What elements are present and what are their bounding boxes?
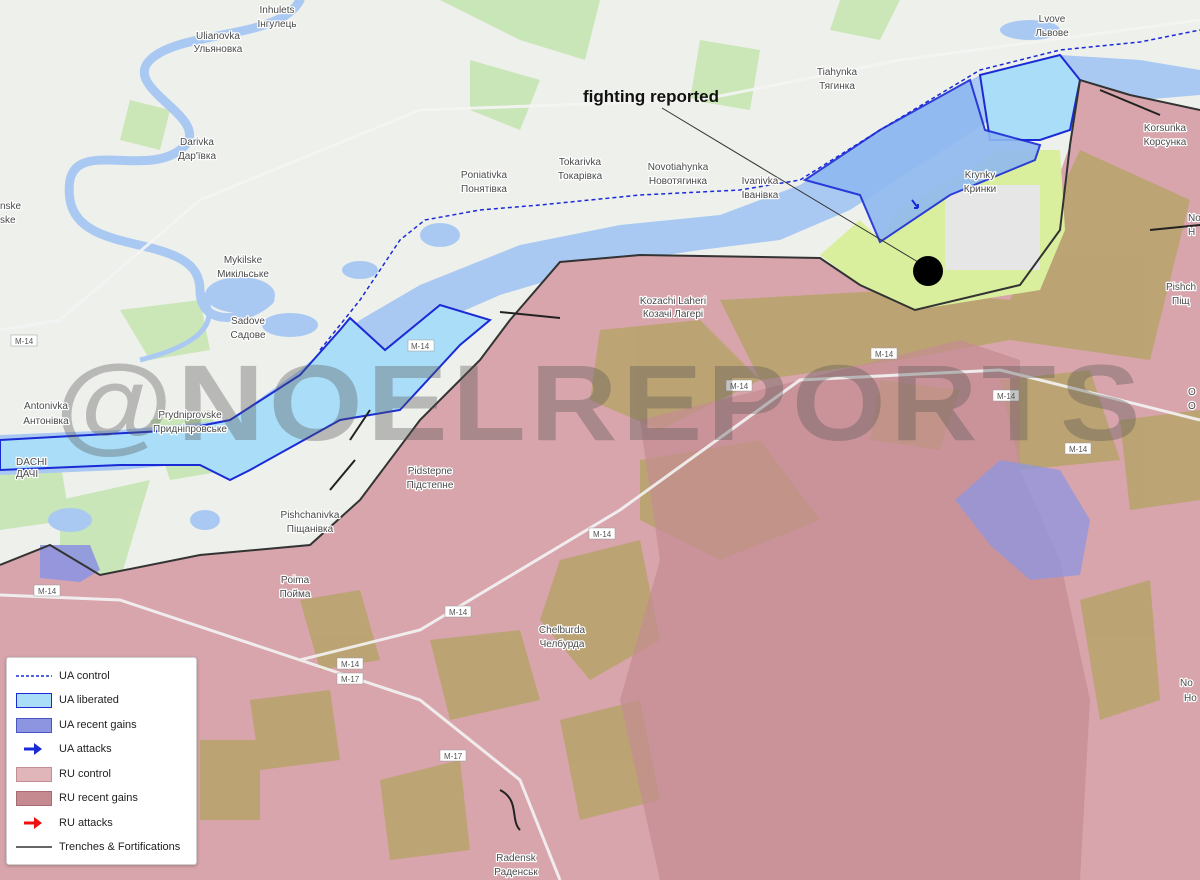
- road-label-m17: M-17: [341, 675, 360, 684]
- swatch-icon: [16, 766, 52, 782]
- place-tiahynka-cyrillic: Тягинка: [819, 81, 855, 92]
- place-tokarivka-cyrillic: Токарівка: [558, 171, 603, 182]
- legend-label: RU control: [59, 768, 111, 780]
- place-korsunka-cyrillic: Корсунка: [1144, 137, 1187, 148]
- place-darivka-latin: Darivka: [180, 137, 214, 148]
- edge-label: No: [1188, 213, 1200, 224]
- edge-label: Піщ: [1172, 296, 1190, 307]
- place-antonivka-cyrillic: Антонівка: [23, 416, 69, 427]
- legend-label: RU recent gains: [59, 792, 138, 804]
- edge-label: Но: [1184, 693, 1197, 704]
- place-mykilske-cyrillic: Микільське: [217, 269, 269, 280]
- place-ulianovka-cyrillic: Ульяновка: [194, 44, 243, 55]
- place-chelburda-cyrillic: Челбурда: [540, 638, 585, 650]
- swatch-icon: [16, 692, 52, 708]
- place-tokarivka-latin: Tokarivka: [559, 157, 602, 168]
- place-lvove-cyrillic: Львове: [1035, 28, 1069, 39]
- road-label-m14: M-14: [449, 608, 468, 617]
- edge-label: ДАЧІ: [16, 469, 38, 480]
- place-ivanivka-cyrillic: Іванівка: [742, 190, 779, 201]
- road-label-m14: M-14: [38, 587, 57, 596]
- place-sadove-cyrillic: Садове: [230, 330, 265, 341]
- place-ulianovka-latin: Ulianovka: [196, 31, 240, 42]
- place-inhulets-cyrillic: Інгулець: [257, 19, 296, 30]
- place-chelburda-latin: Chelburda: [539, 625, 586, 636]
- line-icon: [15, 839, 53, 855]
- place-ivanivka-latin: Ivanivka: [742, 176, 779, 187]
- legend-item-trenches: Trenches & Fortifications: [15, 838, 180, 856]
- place-pidstepne-latin: Pidstepne: [408, 466, 453, 477]
- legend-item-ua-liberated: UA liberated: [15, 691, 119, 709]
- arrow-right-icon: [15, 815, 53, 831]
- place-pishchanivka-latin: Pishchanivka: [281, 510, 340, 521]
- place-krynky-latin: Krynky: [965, 170, 996, 181]
- legend-item-ua-attacks: UA attacks: [15, 740, 112, 758]
- legend-item-ua-control: UA control: [15, 667, 110, 685]
- edge-label: Н: [1188, 227, 1195, 238]
- road-label-m14: M-14: [341, 660, 360, 669]
- edge-label: О: [1188, 401, 1196, 412]
- place-krynky-cyrillic: Кринки: [964, 184, 996, 195]
- place-mykilske-latin: Mykilske: [224, 255, 263, 266]
- swatch-icon: [16, 790, 52, 806]
- arrow-right-icon: [15, 741, 53, 757]
- legend-item-ua-recent-gains: UA recent gains: [15, 716, 137, 734]
- edge-label: No: [1180, 678, 1193, 689]
- place-korsunka-latin: Korsunka: [1144, 123, 1187, 134]
- place-sadove-latin: Sadove: [231, 316, 265, 327]
- place-poniativka-latin: Poniativka: [461, 170, 508, 181]
- place-pishchanivka-cyrillic: Піщанівка: [287, 524, 334, 535]
- edge-label: nske: [0, 201, 22, 212]
- place-prydniprovske-latin: Prydniprovske: [158, 410, 222, 421]
- place-tiahynka-latin: Tiahynka: [817, 67, 858, 78]
- legend-item-ru-recent-gains: RU recent gains: [15, 789, 138, 807]
- krynky-settlement: [945, 185, 1040, 270]
- place-novotiahynka-cyrillic: Новотягинка: [649, 176, 708, 187]
- place-darivka-cyrillic: Дар'ївка: [178, 151, 216, 162]
- place-radensk-latin: Radensk: [496, 853, 536, 864]
- edge-label: O: [1188, 387, 1196, 398]
- watermark: @NOELREPORTS: [55, 342, 1145, 463]
- legend-label: Trenches & Fortifications: [59, 841, 181, 853]
- road-label-m14: M-14: [593, 530, 612, 539]
- place-poima-latin: Poima: [281, 575, 310, 586]
- legend-label: UA recent gains: [59, 719, 137, 731]
- annotation-marker: [913, 256, 943, 286]
- place-radensk-cyrillic: Раденськ: [494, 867, 538, 878]
- annotation-text: fighting reported: [583, 87, 719, 106]
- place-kozachi-latin: Kozachi Laheri: [640, 296, 706, 307]
- place-prydniprovske-cyrillic: Придніпровське: [153, 424, 227, 435]
- place-antonivka-latin: Antonivka: [24, 401, 68, 412]
- legend-label: UA liberated: [59, 694, 119, 706]
- place-kozachi-cyrillic: Козачі Лагері: [643, 309, 703, 320]
- dashed-line-icon: [15, 668, 53, 684]
- edge-label: DACHI: [16, 457, 47, 468]
- legend-item-ru-attacks: RU attacks: [15, 814, 113, 832]
- place-novotiahynka-latin: Novotiahynka: [648, 162, 709, 173]
- road-label-m17: M-17: [444, 752, 463, 761]
- place-inhulets-latin: Inhulets: [259, 5, 294, 16]
- swatch-icon: [16, 717, 52, 733]
- road-label-m14: M-14: [15, 337, 34, 346]
- edge-label: ske: [0, 215, 16, 226]
- map-legend: UA control UA liberated UA recent gains …: [6, 657, 197, 865]
- legend-label: UA attacks: [59, 743, 112, 755]
- place-pidstepne-cyrillic: Підстепне: [407, 480, 454, 491]
- legend-label: RU attacks: [59, 817, 113, 829]
- edge-label: Pishch: [1166, 282, 1196, 293]
- place-poniativka-cyrillic: Понятівка: [461, 184, 507, 195]
- legend-item-ru-control: RU control: [15, 765, 111, 783]
- place-lvove-latin: Lvove: [1039, 14, 1066, 25]
- legend-label: UA control: [59, 670, 110, 682]
- place-poima-cyrillic: Пойма: [280, 589, 311, 600]
